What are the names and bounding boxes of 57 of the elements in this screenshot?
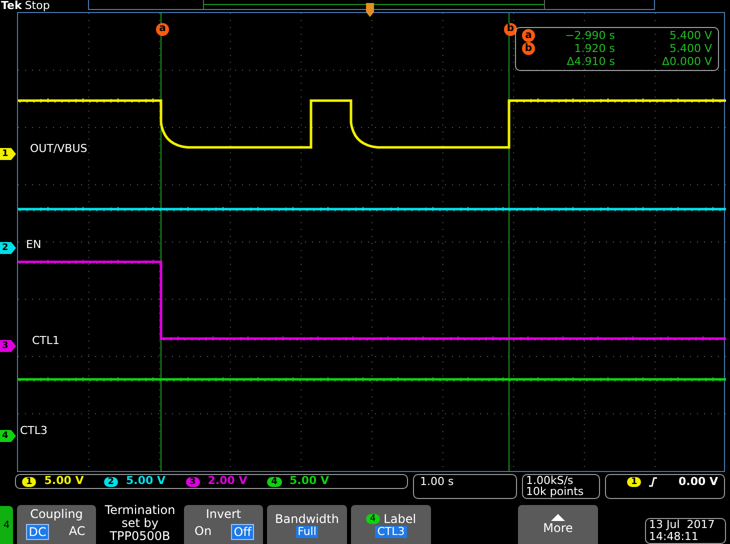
channel-marker: 3	[0, 340, 16, 352]
trigger-level: 0.00 V	[678, 475, 718, 488]
channel-scale: 2.00 V	[208, 473, 248, 490]
cursor-voltage: 5.400 V	[669, 29, 712, 42]
channel-badge: 4	[267, 476, 282, 486]
channel-marker: 1	[0, 148, 16, 160]
menu-title: Label	[384, 512, 416, 526]
toggle-option[interactable]: On	[192, 524, 214, 540]
termination-info: Termination set by TPP0500B	[104, 504, 176, 544]
channel-badge: 1	[22, 476, 36, 486]
channel-scale: 5.00 V	[126, 473, 166, 490]
menu-value: CTL3	[375, 526, 407, 538]
channel-label: CTL1	[32, 335, 60, 347]
timebase-box: 1.00 s	[413, 474, 517, 499]
cursor-marker: a	[522, 29, 535, 42]
cursor-marker: b	[522, 42, 535, 55]
trigger-source-badge: 1	[627, 477, 642, 487]
channel-marker: 4	[0, 430, 16, 442]
date-text: 13 Jul 2017	[649, 519, 716, 531]
channel-tab[interactable]: 4	[0, 506, 13, 544]
menu-title: Bandwidth	[275, 512, 339, 526]
menu-button[interactable]: Coupling DC AC	[17, 505, 96, 544]
channel-badge: 4	[366, 514, 380, 524]
channel-label: CTL3	[20, 425, 48, 437]
trigger-position-icon	[365, 2, 375, 18]
channel-marker: 2	[0, 242, 16, 254]
cursor-marker: b	[504, 22, 517, 36]
time-text: 14:48:11	[649, 531, 700, 543]
channel-scale: 5.00 V	[44, 473, 84, 490]
up-triangle-icon	[551, 514, 565, 521]
toggle-option[interactable]: DC	[26, 524, 50, 540]
record-length: 10k points	[526, 486, 585, 497]
sample-rate: 1.00kS/s	[526, 475, 574, 486]
menu-button[interactable]: 4 Label CTL3	[351, 505, 431, 544]
menu-value: Full	[296, 526, 318, 538]
rising-edge-icon	[649, 477, 658, 487]
cursor-time: −2.990 s	[564, 29, 615, 42]
more-button[interactable]: More	[518, 505, 598, 544]
toggle-option[interactable]: Off	[230, 524, 254, 540]
toggle-option[interactable]: AC	[66, 524, 88, 540]
channel-badge: 3	[186, 476, 200, 486]
cursor-marker: a	[156, 22, 169, 36]
cursor-time: 1.920 s	[573, 42, 615, 55]
menu-button[interactable]: Bandwidth Full	[267, 505, 347, 544]
menu-title: Invert	[206, 507, 242, 521]
acquisition-status: Stop	[24, 0, 50, 12]
delta-voltage: Δ0.000 V	[662, 55, 712, 68]
menu-button[interactable]: Invert On Off	[184, 505, 263, 544]
channel-scale: 5.00 V	[290, 473, 329, 490]
channel-label: OUT/VBUS	[30, 143, 88, 155]
channel-badge: 2	[104, 476, 118, 486]
delta-time: Δ4.910 s	[566, 55, 615, 68]
menu-title: Coupling	[30, 507, 83, 521]
cursor-voltage: 5.400 V	[669, 42, 712, 55]
brand-logo: Tek	[0, 0, 22, 12]
menu-title: More	[543, 521, 573, 535]
channel-label: EN	[26, 239, 42, 251]
